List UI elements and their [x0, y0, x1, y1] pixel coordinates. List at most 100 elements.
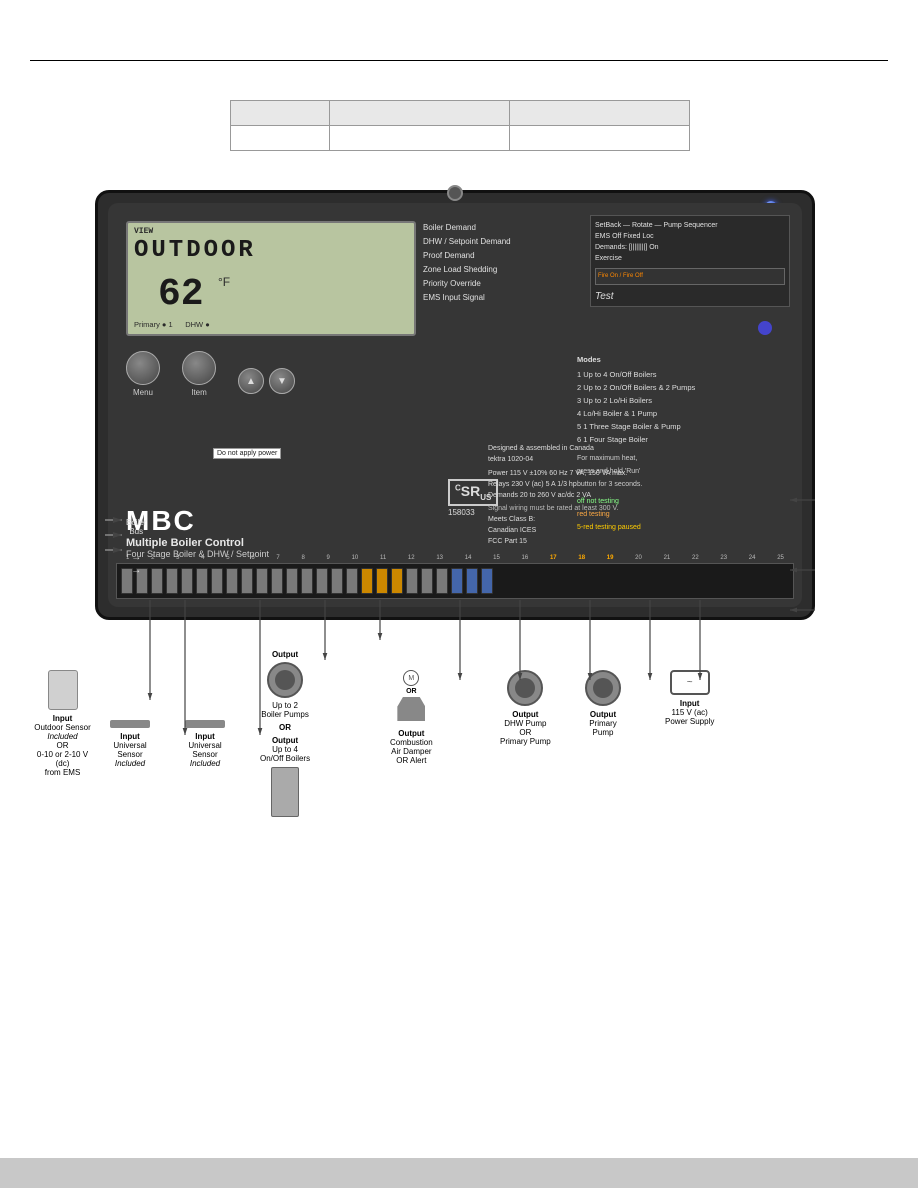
- terminal-20: [406, 568, 418, 594]
- up-arrow-button[interactable]: ▲: [238, 368, 264, 394]
- item-button[interactable]: [182, 351, 216, 385]
- terminal-7: [211, 568, 223, 594]
- term-17: 17: [550, 555, 557, 561]
- right-label-panel: Boiler Demand DHW / Setpoint Demand Proo…: [423, 221, 583, 305]
- boiler-bus-label: Boiler Bus → → →: [126, 518, 146, 576]
- term-5: 5: [226, 555, 229, 561]
- boiler-bus-arrows: → → →: [126, 539, 146, 576]
- spec-power2: Relays 230 V (ac) 5 A 1/3 hp: [488, 479, 627, 490]
- terminal-16: [346, 568, 358, 594]
- term-16: 16: [522, 555, 529, 561]
- rl-boiler-demand: Boiler Demand: [423, 221, 583, 235]
- rl-ems-signal: EMS Input Signal: [423, 291, 583, 305]
- pp-label: Primary Pump: [585, 719, 621, 737]
- alert-speaker-icon: [397, 697, 425, 721]
- lcd-view-label: VIEW: [134, 227, 153, 236]
- term-23: 23: [720, 555, 727, 561]
- table-cell-2: [330, 126, 510, 151]
- table-header-1: [231, 101, 330, 126]
- output-combustion: M OR Output Combustion Air Damper OR Ale…: [390, 670, 433, 765]
- item-button-group[interactable]: Item: [182, 351, 216, 397]
- comb-line1: Combustion: [390, 738, 433, 747]
- outdoor-sensor-section: Input Outdoor Sensor Included OR 0-10 or…: [30, 670, 95, 777]
- bus-arrow-1: →: [126, 539, 146, 550]
- modes-title: Modes: [577, 353, 787, 366]
- outdoor-or: OR: [57, 741, 69, 750]
- outdoor-sensor-icon: [48, 670, 78, 710]
- pp-output-title: Output: [585, 710, 621, 719]
- table-cell-3: [510, 126, 690, 151]
- term-8: 8: [301, 555, 304, 561]
- term-18: 18: [578, 555, 585, 561]
- spec-power3: Demands 20 to 260 V ac/dc 2 VA: [488, 490, 627, 501]
- terminal-24: [466, 568, 478, 594]
- terminal-19: [391, 568, 403, 594]
- spec-canadian: Canadian ICES: [488, 525, 627, 536]
- rl-proof-demand: Proof Demand: [423, 249, 583, 263]
- comb-label: Combustion Air Damper OR Alert: [390, 738, 433, 765]
- terminal-9: [241, 568, 253, 594]
- down-arrow-button[interactable]: ▼: [269, 368, 295, 394]
- rl-dhw-demand: DHW / Setpoint Demand: [423, 235, 583, 249]
- menu-button-group[interactable]: Menu: [126, 351, 160, 397]
- terminal-22: [436, 568, 448, 594]
- universal-sensor-2-label: Input Universal Sensor Included: [185, 732, 225, 768]
- bp-line2: Boiler Pumps: [261, 710, 309, 719]
- lcd-display: VIEW OUTDOOR 62 °F Primary ● 1 DHW ●: [126, 221, 416, 336]
- pp-line1: Primary: [589, 719, 617, 728]
- terminal-18: [376, 568, 388, 594]
- input-power-supply: ~ Input 115 V (ac) Power Supply: [665, 670, 714, 726]
- arrow-buttons-group[interactable]: ▲ ▼: [238, 368, 295, 397]
- term-15: 15: [493, 555, 500, 561]
- term-10: 10: [352, 555, 359, 561]
- lcd-unit: °F: [218, 275, 230, 289]
- rl-priority: Priority Override: [423, 277, 583, 291]
- output-boiler-pumps: Output Up to 2 Boiler Pumps OR Output Up…: [260, 650, 310, 821]
- bus-arrow-2: →: [126, 552, 146, 563]
- device-housing: VIEW OUTDOOR 62 °F Primary ● 1 DHW ● Boi…: [95, 190, 815, 620]
- universal-sensor-1-label: Input Universal Sensor Included: [110, 732, 150, 768]
- spec-meets: Meets Class B:: [488, 514, 627, 525]
- term-12: 12: [408, 555, 415, 561]
- menu-button-label: Menu: [133, 388, 153, 397]
- menu-button[interactable]: [126, 351, 160, 385]
- rl-zone-load: Zone Load Shedding: [423, 263, 583, 277]
- lcd-temperature: 62: [158, 273, 204, 316]
- comb-line3: OR Alert: [396, 756, 426, 765]
- device-buttons: Menu Item ▲ ▼: [126, 351, 295, 397]
- power-line1: 115 V (ac): [672, 708, 708, 717]
- terminal-12: [286, 568, 298, 594]
- universal-sensor-1-section: Input Universal Sensor Included: [110, 720, 150, 768]
- comb-or: OR: [390, 688, 433, 695]
- term-20: 20: [635, 555, 642, 561]
- dhw-line2: OR: [519, 728, 531, 737]
- term-7: 7: [276, 555, 279, 561]
- us2-input-title: Input: [195, 732, 215, 741]
- term-9: 9: [327, 555, 330, 561]
- terminal-17: [361, 568, 373, 594]
- us2-line3: Included: [190, 759, 220, 768]
- top-rule: [30, 60, 888, 61]
- term-4: 4: [201, 555, 204, 561]
- ems-fire-on: Fire On / Fire Off: [598, 271, 782, 282]
- boiler-label: Boiler: [126, 518, 146, 527]
- ems-off: EMS Off Fixed Loc: [595, 231, 785, 242]
- spec-signal: Signal wiring must be rated at least 300…: [488, 503, 627, 514]
- us1-line3: Included: [115, 759, 145, 768]
- term-25: 25: [777, 555, 784, 561]
- power-line2: Power Supply: [665, 717, 714, 726]
- bp-or: OR: [260, 723, 310, 732]
- comb-line2: Air Damper: [391, 747, 431, 756]
- boilers-output-title: Output: [260, 736, 310, 745]
- term-24: 24: [749, 555, 756, 561]
- dhw-label: DHW Pump OR Primary Pump: [500, 719, 551, 746]
- diagram-wrapper: VIEW OUTDOOR 62 °F Primary ● 1 DHW ● Boi…: [30, 190, 888, 940]
- specs-area: Designed & assembled in Canada tektra 10…: [488, 443, 627, 547]
- outdoor-sensor-name: Outdoor Sensor: [34, 723, 90, 732]
- term-2: 2: [151, 555, 154, 561]
- term-19: 19: [607, 555, 614, 561]
- spec-power1: Power 115 V ±10% 60 Hz 7 VA, 150 VA max.: [488, 468, 627, 479]
- terminal-8: [226, 568, 238, 594]
- power-supply-icon: ~: [670, 670, 710, 695]
- m-label: M: [390, 670, 433, 686]
